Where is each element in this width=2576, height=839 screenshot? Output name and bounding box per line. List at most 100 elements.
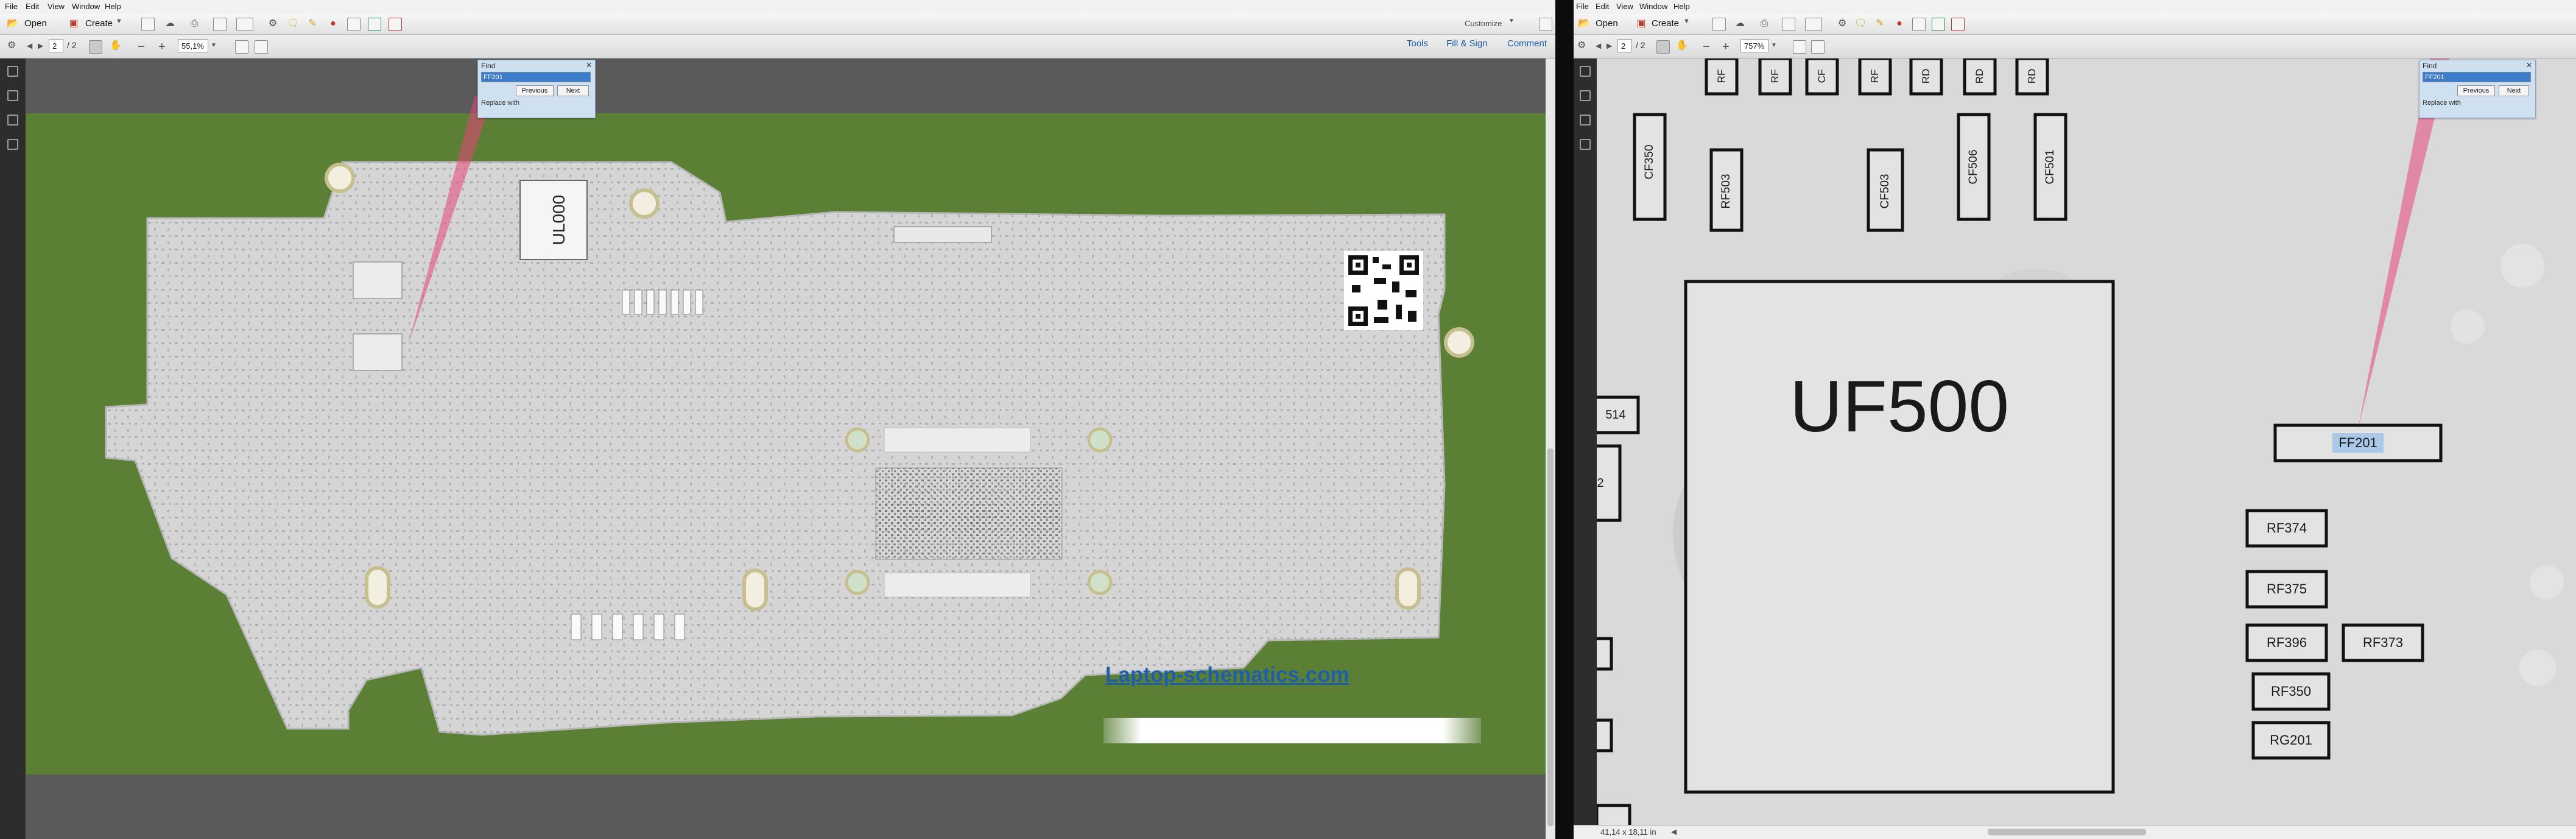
save-icon[interactable] — [1712, 18, 1726, 31]
zoom-input[interactable]: 55,1% — [178, 39, 208, 52]
right-navbar: ⚙ ◀ ▶ 2 / 2 ✋ − + 757% ▼ — [1574, 35, 2576, 58]
previous-page-icon[interactable]: ◀ — [27, 42, 32, 49]
page-icon[interactable] — [347, 18, 361, 31]
thumbnails-icon[interactable] — [1580, 66, 1591, 77]
select-tool-icon[interactable] — [1656, 40, 1670, 54]
menu-edit[interactable]: Edit — [1596, 2, 1609, 11]
find-next-button[interactable]: Next — [557, 85, 589, 96]
find-input[interactable] — [2423, 72, 2531, 82]
menu-window[interactable]: Window — [72, 2, 100, 11]
settings-icon[interactable]: ⚙ — [7, 41, 16, 51]
menu-edit[interactable]: Edit — [26, 2, 39, 11]
page-icon[interactable] — [1912, 18, 1926, 31]
gear-icon[interactable]: ⚙ — [266, 17, 280, 30]
fit-width-icon[interactable] — [255, 40, 268, 54]
cf503-label: CF503 — [1879, 174, 1892, 209]
settings-icon[interactable]: ⚙ — [1577, 41, 1586, 51]
sign-icon[interactable] — [1951, 18, 1965, 31]
fit-page-icon[interactable] — [1793, 40, 1806, 54]
comment-link[interactable]: Comment — [1507, 38, 1547, 49]
cf350-label: CF350 — [1643, 144, 1656, 180]
find-input[interactable] — [481, 72, 591, 82]
zoom-input[interactable]: 757% — [1740, 39, 1768, 52]
find-previous-button[interactable]: Previous — [516, 85, 554, 96]
chevron-down-icon[interactable]: ▼ — [1771, 43, 1777, 49]
expand-icon[interactable] — [1539, 18, 1552, 31]
menu-view[interactable]: View — [48, 2, 65, 11]
menu-file[interactable]: File — [5, 2, 18, 11]
email-icon[interactable] — [236, 18, 253, 31]
chevron-down-icon[interactable]: ▼ — [211, 43, 217, 49]
previous-page-icon[interactable]: ◀ — [1596, 42, 1601, 49]
open-button[interactable]: Open — [24, 15, 47, 33]
hand-tool-icon[interactable]: ✋ — [110, 41, 122, 51]
attachments-icon[interactable] — [1580, 115, 1591, 126]
cloud-icon[interactable]: ☁ — [1733, 17, 1747, 30]
fit-page-icon[interactable] — [235, 40, 248, 54]
fit-width-icon[interactable] — [1811, 40, 1825, 54]
replace-with-toggle[interactable]: Replace with — [2423, 99, 2461, 107]
tools-link[interactable]: Tools — [1407, 38, 1428, 49]
search-doc-icon[interactable] — [213, 18, 227, 31]
export-icon[interactable] — [1932, 18, 1945, 31]
email-icon[interactable] — [1805, 18, 1822, 31]
menu-view[interactable]: View — [1616, 2, 1633, 11]
page-number-input[interactable]: 2 — [49, 39, 63, 52]
bookmarks-icon[interactable] — [7, 90, 18, 101]
select-tool-icon[interactable] — [89, 40, 102, 54]
save-icon[interactable] — [141, 18, 155, 31]
print-icon[interactable]: ⎙ — [188, 17, 201, 30]
scroll-thumb[interactable] — [1547, 448, 1554, 826]
stamp-icon[interactable]: ● — [1893, 17, 1906, 30]
right-document-view[interactable]: UF500 CF350 RF503 CF503 CF506 CF501 RF R… — [1597, 58, 2576, 826]
zoom-out-icon[interactable]: − — [138, 41, 145, 53]
thumbnails-icon[interactable] — [7, 66, 18, 77]
left-find-panel: Find ✕ Previous Next Replace with — [477, 60, 596, 118]
customize-button[interactable]: Customize — [1465, 15, 1502, 33]
create-button[interactable]: Create — [1652, 15, 1679, 33]
rf350-label: RF350 — [2270, 684, 2312, 699]
next-page-icon[interactable]: ▶ — [1606, 42, 1612, 49]
layers-icon[interactable] — [1580, 139, 1591, 150]
close-icon[interactable]: ✕ — [586, 61, 592, 69]
print-icon[interactable]: ⎙ — [1758, 17, 1771, 30]
gear-icon[interactable]: ⚙ — [1835, 17, 1849, 30]
close-icon[interactable]: ✕ — [2526, 61, 2532, 69]
replace-with-toggle[interactable]: Replace with — [481, 99, 519, 107]
zoom-in-icon[interactable]: + — [158, 41, 166, 53]
cut-label: RF — [1716, 69, 1727, 83]
menu-window[interactable]: Window — [1639, 2, 1667, 11]
comment-icon[interactable]: 🗨 — [286, 17, 300, 30]
mount-hole — [845, 570, 870, 595]
create-button[interactable]: Create — [85, 15, 113, 33]
fill-sign-link[interactable]: Fill & Sign — [1446, 38, 1488, 49]
menu-help[interactable]: Help — [105, 2, 121, 11]
scroll-left-icon[interactable]: ◀ — [1671, 827, 1677, 836]
attachments-icon[interactable] — [7, 115, 18, 126]
left-document-view[interactable]: UL000 Laptop-schematics.com — [26, 58, 1546, 839]
stamp-icon[interactable]: ● — [326, 17, 340, 30]
next-page-icon[interactable]: ▶ — [38, 42, 43, 49]
zoom-in-icon[interactable]: + — [1722, 41, 1730, 53]
horizontal-scroll-thumb[interactable] — [1988, 829, 2146, 835]
bookmarks-icon[interactable] — [1580, 90, 1591, 101]
left-scrollbar[interactable] — [1546, 58, 1555, 839]
cloud-icon[interactable]: ☁ — [163, 17, 177, 30]
page-number-input[interactable]: 2 — [1617, 39, 1632, 52]
find-next-button[interactable]: Next — [2499, 85, 2529, 96]
comment-icon[interactable]: 🗨 — [1854, 17, 1867, 30]
highlight-icon[interactable]: ✎ — [1873, 17, 1887, 30]
search-doc-icon[interactable] — [1782, 18, 1795, 31]
menu-help[interactable]: Help — [1673, 2, 1690, 11]
mount-hole — [1087, 427, 1113, 453]
export-icon[interactable] — [368, 18, 381, 31]
layers-icon[interactable] — [7, 139, 18, 150]
find-previous-button[interactable]: Previous — [2457, 85, 2495, 96]
cpu-area — [875, 467, 1063, 560]
sign-icon[interactable] — [389, 18, 402, 31]
menu-file[interactable]: File — [1576, 2, 1589, 11]
open-button[interactable]: Open — [1596, 15, 1618, 33]
hand-tool-icon[interactable]: ✋ — [1676, 41, 1688, 51]
highlight-icon[interactable]: ✎ — [306, 17, 319, 30]
zoom-out-icon[interactable]: − — [1703, 41, 1710, 53]
